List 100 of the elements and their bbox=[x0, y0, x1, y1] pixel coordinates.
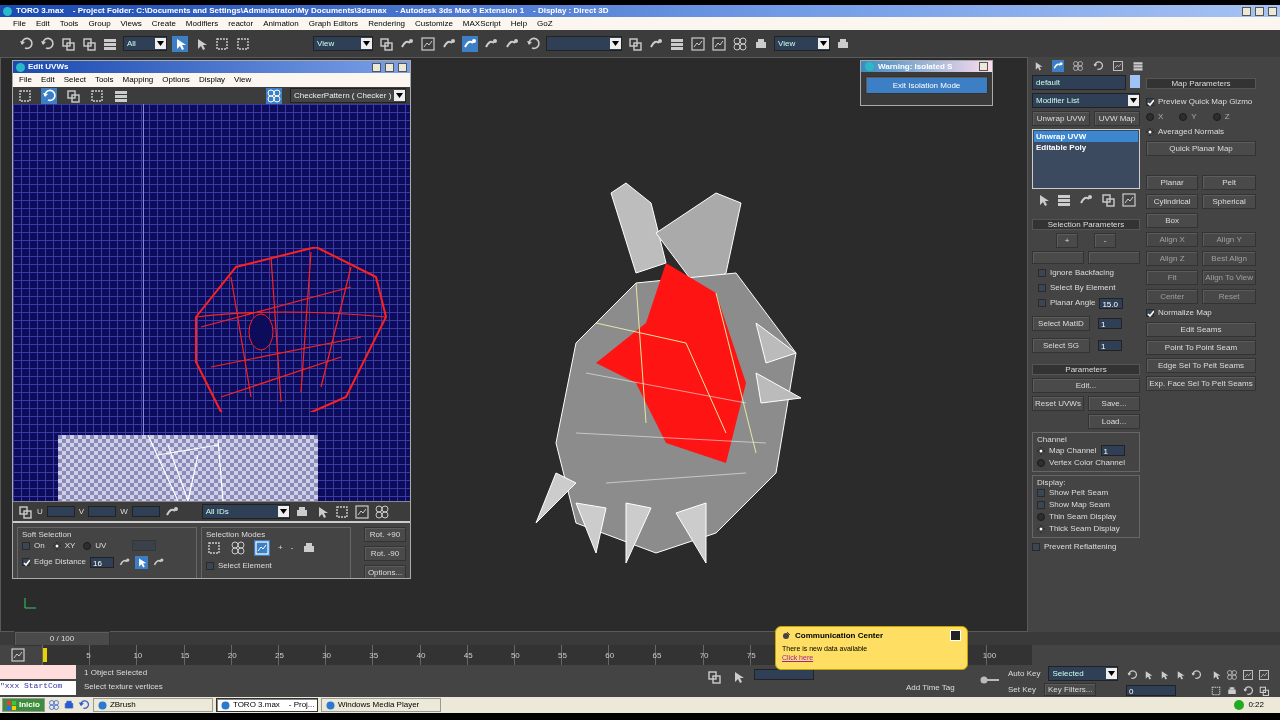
modifier-stack-list[interactable]: Unwrap UVW Editable Poly bbox=[1032, 129, 1140, 189]
named-selection-field[interactable] bbox=[546, 36, 622, 51]
coordinate-system-dropdown[interactable]: View bbox=[313, 36, 373, 51]
menu-item[interactable]: Edit bbox=[40, 75, 55, 85]
menu-item[interactable]: Mapping bbox=[122, 75, 154, 85]
checkbox[interactable] bbox=[1146, 98, 1154, 106]
seam-button[interactable]: Point To Point Seam bbox=[1146, 340, 1256, 355]
matid-field[interactable]: 1 bbox=[1098, 318, 1122, 329]
set-key-button[interactable]: Set Key bbox=[1008, 684, 1036, 695]
checkbox[interactable] bbox=[1037, 489, 1045, 498]
render-view-dropdown[interactable]: View bbox=[774, 36, 830, 51]
menu-item[interactable]: File bbox=[19, 75, 32, 85]
texture-dropdown[interactable]: CheckerPattern ( Checker ) bbox=[290, 88, 406, 103]
modifier-button[interactable]: UVW Map bbox=[1094, 111, 1140, 126]
mapping-button[interactable]: Planar bbox=[1146, 175, 1199, 190]
radio-button[interactable] bbox=[1037, 513, 1045, 522]
quick-planar-map-button[interactable]: Quick Planar Map bbox=[1146, 141, 1256, 156]
menu-item[interactable]: reactor bbox=[228, 18, 254, 29]
checkbox[interactable] bbox=[22, 558, 30, 567]
sg-field[interactable]: 1 bbox=[1098, 340, 1122, 351]
undo-icon[interactable] bbox=[18, 35, 34, 52]
group-icon[interactable] bbox=[60, 35, 76, 52]
grow-button[interactable]: + bbox=[1056, 233, 1078, 248]
maximize-button[interactable] bbox=[385, 62, 394, 72]
close-button[interactable] bbox=[398, 62, 407, 72]
menu-item[interactable]: Rendering bbox=[368, 18, 406, 29]
viewport[interactable] bbox=[0, 57, 1028, 632]
menu-item[interactable]: Graph Editors bbox=[308, 18, 359, 29]
radio-button[interactable] bbox=[83, 541, 92, 550]
checkbox[interactable] bbox=[1146, 309, 1154, 317]
radio-button[interactable] bbox=[1146, 113, 1154, 121]
coordinate-field[interactable] bbox=[131, 506, 160, 517]
exit-isolation-button[interactable]: Exit Isolation Mode bbox=[865, 76, 988, 94]
radio-button[interactable] bbox=[1037, 458, 1045, 467]
coordinate-field[interactable] bbox=[46, 506, 75, 517]
close-button[interactable] bbox=[1268, 6, 1277, 16]
mapping-button[interactable]: Pelt bbox=[1202, 175, 1256, 190]
menu-item[interactable]: Edit bbox=[35, 18, 50, 29]
checkbox[interactable] bbox=[1032, 543, 1040, 552]
radio-button[interactable] bbox=[52, 541, 61, 550]
taskbar-button[interactable]: ZBrush bbox=[92, 698, 213, 712]
taskbar-button[interactable]: TORO 3.max - Proj... bbox=[215, 698, 318, 712]
menu-item[interactable]: Help bbox=[510, 18, 528, 29]
material-id-dropdown[interactable]: All IDs bbox=[201, 504, 290, 519]
rectangle-selection-icon[interactable] bbox=[214, 35, 230, 52]
close-button[interactable] bbox=[979, 62, 988, 71]
auto-key-button[interactable]: Auto Key bbox=[1008, 668, 1041, 679]
selection-filter-dropdown[interactable]: All bbox=[123, 36, 167, 51]
time-slider-thumb[interactable]: 0 / 100 bbox=[14, 631, 110, 646]
menu-item[interactable]: Customize bbox=[415, 18, 453, 29]
edit-button[interactable]: Edit... bbox=[1032, 378, 1140, 393]
select-matid-button[interactable]: Select MatID bbox=[1032, 316, 1090, 331]
seam-button[interactable]: Edge Sel To Pelt Seams bbox=[1146, 358, 1256, 373]
menu-item[interactable]: Animation bbox=[263, 18, 299, 29]
key-mode-dropdown[interactable]: Selected bbox=[1048, 666, 1119, 681]
load-button[interactable]: Load... bbox=[1088, 414, 1140, 429]
uv-grid[interactable] bbox=[13, 104, 410, 501]
radio-button[interactable] bbox=[1212, 113, 1221, 121]
reset-uvws-button[interactable]: Reset UVWs bbox=[1032, 396, 1084, 411]
menu-item[interactable]: Select bbox=[63, 75, 86, 85]
planar-angle-field[interactable]: 15.0 bbox=[1099, 297, 1124, 309]
object-name-field[interactable]: default bbox=[1032, 75, 1126, 90]
menu-item[interactable]: Tools bbox=[94, 75, 114, 85]
menu-item[interactable]: MAXScript bbox=[462, 18, 501, 29]
coordinate-field[interactable] bbox=[88, 506, 117, 517]
start-button[interactable]: Inicio bbox=[2, 698, 45, 712]
menu-item[interactable]: GoZ bbox=[537, 18, 553, 29]
mapping-button[interactable]: Cylindrical bbox=[1146, 194, 1199, 209]
maxscript-field[interactable]: "xxx StartCom bbox=[0, 681, 76, 695]
object-color-swatch[interactable] bbox=[1130, 75, 1140, 88]
rotate-button[interactable]: Rot. +90 bbox=[364, 527, 406, 542]
taskbar-button[interactable]: Windows Media Player bbox=[320, 698, 441, 712]
menu-item[interactable]: Group bbox=[88, 18, 111, 29]
grow-button[interactable]: + bbox=[278, 542, 283, 553]
window-crossing-icon[interactable] bbox=[235, 35, 251, 52]
rotate-button[interactable]: Rot. -90 bbox=[364, 546, 406, 561]
rotate-button[interactable]: Options... bbox=[364, 565, 406, 578]
restore-button[interactable] bbox=[1255, 6, 1264, 16]
menu-item[interactable]: Options bbox=[162, 75, 190, 85]
checkbox[interactable] bbox=[1038, 269, 1046, 277]
shrink-button[interactable]: - bbox=[1094, 233, 1116, 248]
edge-distance-field[interactable]: 16 bbox=[90, 556, 115, 568]
mapping-button[interactable]: Spherical bbox=[1202, 194, 1256, 209]
modifier-list-dropdown[interactable]: Modifier List bbox=[1032, 93, 1140, 108]
menu-item[interactable]: File bbox=[13, 18, 26, 29]
rollout-header[interactable]: Parameters bbox=[1032, 364, 1140, 375]
modifier-button[interactable]: Unwrap UVW bbox=[1032, 111, 1090, 126]
modify-icon[interactable] bbox=[1052, 60, 1064, 72]
checkbox[interactable] bbox=[1038, 284, 1046, 292]
minimize-button[interactable] bbox=[372, 62, 381, 72]
rollout-header[interactable]: Selection Parameters bbox=[1032, 219, 1140, 230]
add-time-tag-button[interactable]: Add Time Tag bbox=[906, 683, 980, 693]
radio-button[interactable] bbox=[1179, 113, 1188, 121]
shrink-button[interactable]: - bbox=[290, 542, 294, 553]
curve-editor-icon[interactable] bbox=[690, 35, 706, 52]
seam-button[interactable]: Exp. Face Sel To Pelt Seams bbox=[1146, 376, 1256, 391]
rollout-header[interactable]: Map Parameters bbox=[1146, 78, 1256, 89]
coordinate-field[interactable] bbox=[754, 669, 814, 680]
map-channel-field[interactable]: 1 bbox=[1100, 445, 1125, 457]
rotate-icon[interactable] bbox=[41, 87, 57, 104]
